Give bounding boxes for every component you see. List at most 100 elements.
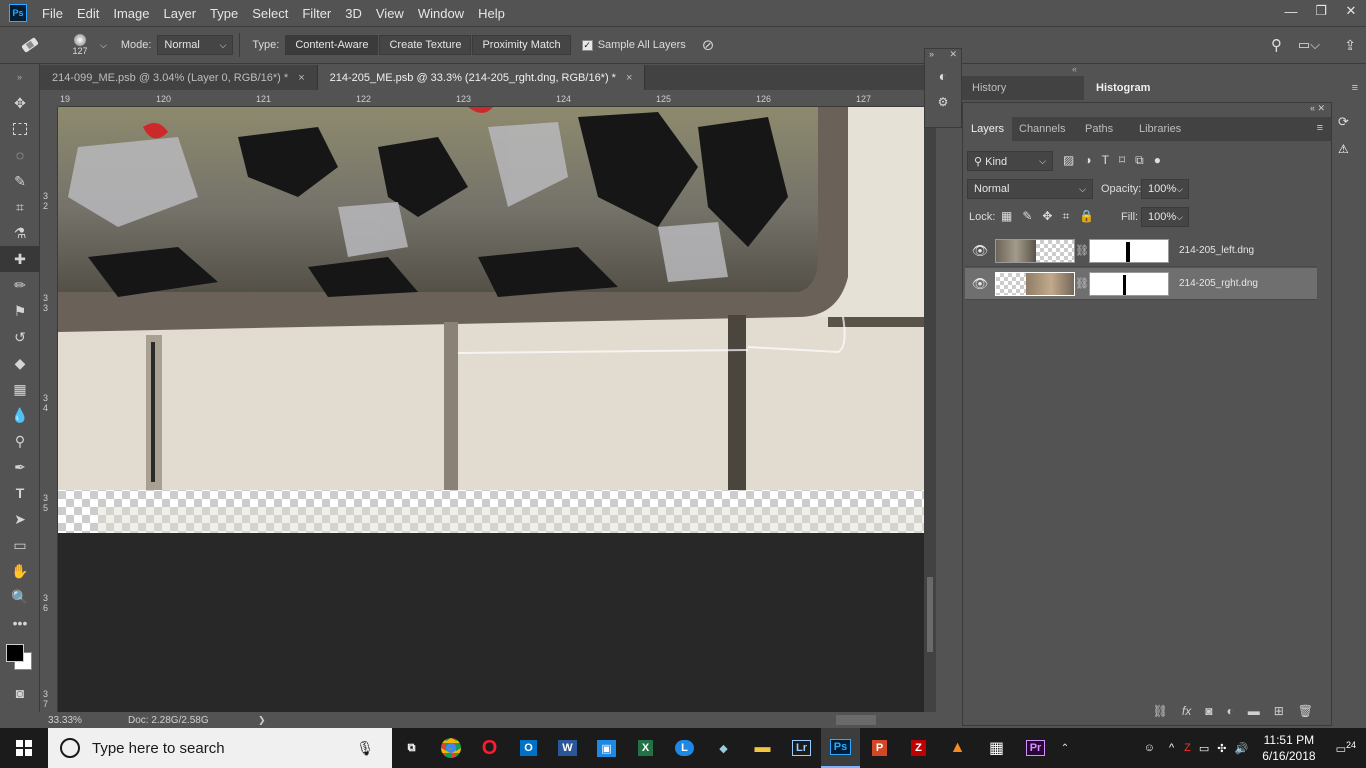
clock[interactable]: 11:51 PM 6/16/2018 [1252,732,1325,764]
collapse-icon[interactable]: « [1072,64,1077,74]
fill-input[interactable]: 100% ⌵ [1141,207,1189,227]
tab-214-205[interactable]: 214-205_ME.psb @ 33.3% (214-205_rght.dng… [317,65,646,90]
blend-mode-select[interactable]: Normal ⌵ [967,179,1093,199]
menu-3d[interactable]: 3D [338,6,369,21]
blur-tool-icon[interactable]: 💧 [0,402,40,428]
filter-toggle-icon[interactable]: ● [1154,153,1161,168]
chrome-icon[interactable] [431,728,470,768]
new-layer-icon[interactable]: ⊞ [1274,704,1284,718]
mode-select[interactable]: Normal ⌵ [157,35,234,55]
calculator-icon[interactable]: ▦ [977,728,1016,768]
outlook-icon[interactable]: O [509,728,548,768]
filezilla-icon[interactable]: Z [899,728,938,768]
vertical-scrollbar[interactable] [924,107,936,712]
dodge-tool-icon[interactable]: ⚲ [0,428,40,454]
zoom-tool-icon[interactable]: 🔍 [0,584,40,610]
menu-edit[interactable]: Edit [70,6,106,21]
volume-icon[interactable]: 🔊 [1230,742,1252,755]
layer-mask-thumbnail[interactable] [1089,271,1169,296]
type-tool-icon[interactable]: T [0,480,40,506]
layer-thumbnail[interactable] [995,238,1075,263]
quick-selection-tool-icon[interactable]: ✎ [0,168,40,194]
type-filter-icon[interactable]: T [1102,153,1109,168]
task-view-icon[interactable]: ⧉ [392,728,431,768]
menu-image[interactable]: Image [106,6,156,21]
menu-layer[interactable]: Layer [157,6,204,21]
menu-type[interactable]: Type [203,6,245,21]
microphone-icon[interactable]: 🎙 [356,740,374,757]
menu-help[interactable]: Help [471,6,512,21]
more-tools-icon[interactable]: ••• [0,610,40,636]
fx-icon[interactable]: fx [1182,704,1191,718]
toolbar-collapse-icon[interactable]: » [0,64,39,90]
network-icon[interactable]: ✣ [1213,742,1230,755]
history-brush-tool-icon[interactable]: ↺ [0,324,40,350]
new-adjustment-icon[interactable]: ◐ [1226,704,1233,718]
proximity-match-button[interactable]: Proximity Match [472,35,571,55]
chevron-down-icon[interactable]: ⌵ [100,40,107,51]
layer-thumbnail[interactable] [995,271,1075,296]
tile-photo[interactable] [58,107,924,533]
lync-icon[interactable]: L [665,728,704,768]
path-selection-tool-icon[interactable]: ➤ [0,506,40,532]
brush-tool-icon[interactable]: ✏ [0,272,40,298]
smart-object-filter-icon[interactable]: ⧉ [1135,153,1144,168]
move-tool-icon[interactable]: ✥ [0,90,40,116]
action-center-icon[interactable]: ▭24 [1326,740,1366,756]
people-icon[interactable]: ☺ [1136,742,1163,754]
close-button[interactable]: ✕ [1336,0,1366,22]
eraser-tool-icon[interactable]: ◆ [0,350,40,376]
visibility-eye-icon[interactable]: 👁 [965,243,995,259]
create-texture-button[interactable]: Create Texture [379,35,472,55]
rectangle-tool-icon[interactable]: ▭ [0,532,40,558]
layer-row[interactable]: 👁 ⛓ 214-205_rght.dng [965,268,1317,300]
taskbar-search[interactable]: Type here to search 🎙 [48,728,392,768]
powerpoint-icon[interactable]: P [860,728,899,768]
pen-tool-icon[interactable]: ✒ [0,454,40,480]
opera-icon[interactable]: O [470,728,509,768]
menu-window[interactable]: Window [411,6,471,21]
menu-view[interactable]: View [369,6,411,21]
close-icon[interactable]: « ✕ [1310,103,1325,114]
word-icon[interactable]: W [548,728,587,768]
adjustments-icon[interactable]: ◐ [925,63,961,89]
tab-layers[interactable]: Layers [963,117,1013,141]
expand-icon[interactable]: » [929,49,934,63]
foreground-color-swatch[interactable] [6,644,24,662]
panel-menu-icon[interactable]: ≡ [1317,122,1323,134]
filezilla-tray-icon[interactable]: Z [1180,742,1195,754]
lock-all-icon[interactable]: 🔒 [1079,209,1094,224]
share-icon[interactable]: ⇪ [1344,37,1356,54]
start-button[interactable] [0,728,48,768]
visibility-eye-icon[interactable]: 👁 [965,276,995,292]
gradient-tool-icon[interactable]: ▦ [0,376,40,402]
layer-name[interactable]: 214-205_left.dng [1179,245,1254,256]
menu-file[interactable]: File [35,6,70,21]
lock-pixels-icon[interactable]: ✎ [1022,209,1032,224]
avast-icon[interactable]: ▲ [938,728,977,768]
healing-brush-tool-icon[interactable]: ✚ [0,246,40,272]
refresh-icon[interactable]: ⟳ [1338,114,1349,130]
excel-icon[interactable]: X [626,728,665,768]
sample-all-layers-checkbox[interactable]: ✓ Sample All Layers [581,39,686,51]
lightroom-icon[interactable]: Lr [782,728,821,768]
link-icon[interactable]: ⛓ [1075,244,1089,257]
restore-button[interactable]: ❐ [1306,0,1336,22]
battery-icon[interactable]: ▭ [1195,742,1213,755]
close-icon[interactable]: × [626,72,632,84]
scroll-thumb[interactable] [927,577,933,652]
lock-transparent-icon[interactable]: ▦ [1001,209,1012,224]
crop-tool-icon[interactable]: ⌗ [0,194,40,220]
lasso-tool-icon[interactable]: ◌ [0,142,40,168]
taskbar-scroll-icon[interactable]: ⌃ [1055,728,1075,768]
show-hidden-icons-icon[interactable]: ^ [1163,742,1180,754]
tab-channels[interactable]: Channels [1011,117,1073,141]
lock-artboard-icon[interactable]: ⌗ [1062,209,1069,224]
healing-brush-preset-icon[interactable] [0,36,60,54]
link-icon[interactable]: ⛓ [1075,277,1089,290]
content-aware-button[interactable]: Content-Aware [285,35,379,55]
premiere-icon[interactable]: Pr [1016,728,1055,768]
photoshop-icon[interactable]: Ps [821,728,860,768]
new-group-icon[interactable]: ▬ [1248,704,1260,718]
close-icon[interactable]: ✕ [949,49,957,63]
